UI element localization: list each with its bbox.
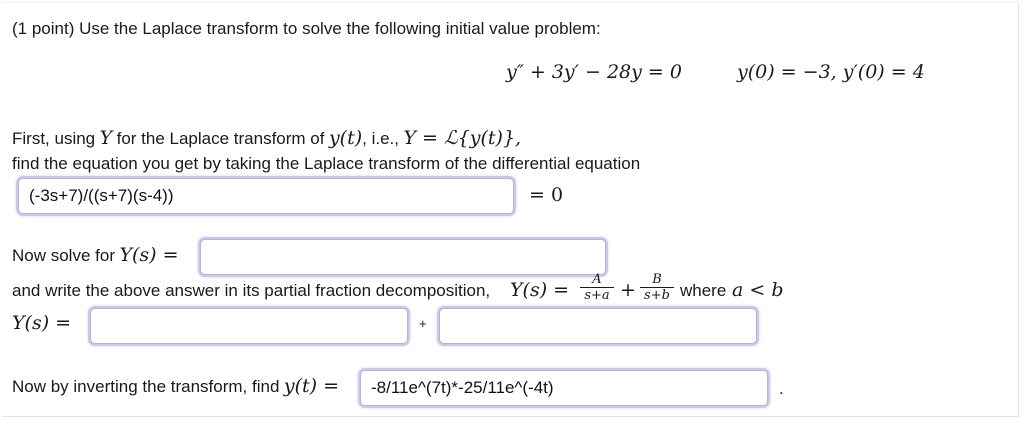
step2-label: Now solve for — [12, 246, 115, 265]
laplace-definition: Y = ℒ{y(t)}, — [403, 127, 522, 149]
partial-fraction-term2-input[interactable] — [439, 308, 757, 344]
problem-header: (1 point) Use the Laplace transform to s… — [12, 19, 601, 38]
initial-conditions: y(0) = −3, y′(0) = 4 — [737, 61, 925, 83]
step1-instruction: find the equation you get by taking the … — [12, 154, 641, 173]
step4-label: Now by inverting the transform, find — [12, 377, 280, 396]
fraction-A-denominator: s+a — [584, 288, 610, 303]
step2-line: Now solve for Y(s) = — [12, 244, 179, 266]
yt-symbol: y(t) — [328, 127, 363, 149]
trailing-period: . — [779, 379, 784, 398]
fraction-plus: + — [620, 279, 636, 301]
fraction-A-numerator: A — [592, 272, 602, 287]
Ys-label: Y(s) = — [119, 244, 179, 266]
problem-panel: (1 point) Use the Laplace transform to s… — [2, 2, 1019, 417]
fraction-B: B s+b — [640, 273, 674, 302]
ordering-condition: a < b — [732, 279, 784, 301]
step3-text: and write the above answer in its partia… — [12, 281, 491, 300]
step4-line: Now by inverting the transform, find y(t… — [12, 375, 339, 397]
step1-intro-c: , i.e., — [362, 129, 399, 148]
step3-Ys: Y(s) = — [510, 279, 570, 301]
partial-fraction-term1-input[interactable] — [90, 308, 408, 344]
partial-fraction-plus: + — [419, 316, 427, 331]
Y-symbol: Y — [99, 127, 113, 149]
step1-intro-b: for the Laplace transform of — [116, 129, 325, 148]
Ys-solution-input[interactable] — [200, 239, 606, 275]
fraction-A: A s+a — [580, 273, 614, 302]
fraction-B-numerator: B — [652, 272, 662, 287]
where-text: where — [680, 281, 727, 300]
fraction-B-denominator: s+b — [644, 288, 670, 303]
transformed-equation-input[interactable] — [18, 178, 514, 214]
inverse-solution-input[interactable] — [360, 370, 768, 406]
step1-intro: First, using Y for the Laplace transform… — [12, 127, 521, 149]
differential-equation: y″ + 3y′ − 28y = 0 — [506, 61, 682, 83]
step1-intro-a: First, using — [12, 129, 96, 148]
partial-fraction-Ys: Y(s) = — [12, 312, 72, 334]
yt-label: y(t) = — [283, 375, 340, 397]
equals-zero: = 0 — [529, 184, 564, 206]
